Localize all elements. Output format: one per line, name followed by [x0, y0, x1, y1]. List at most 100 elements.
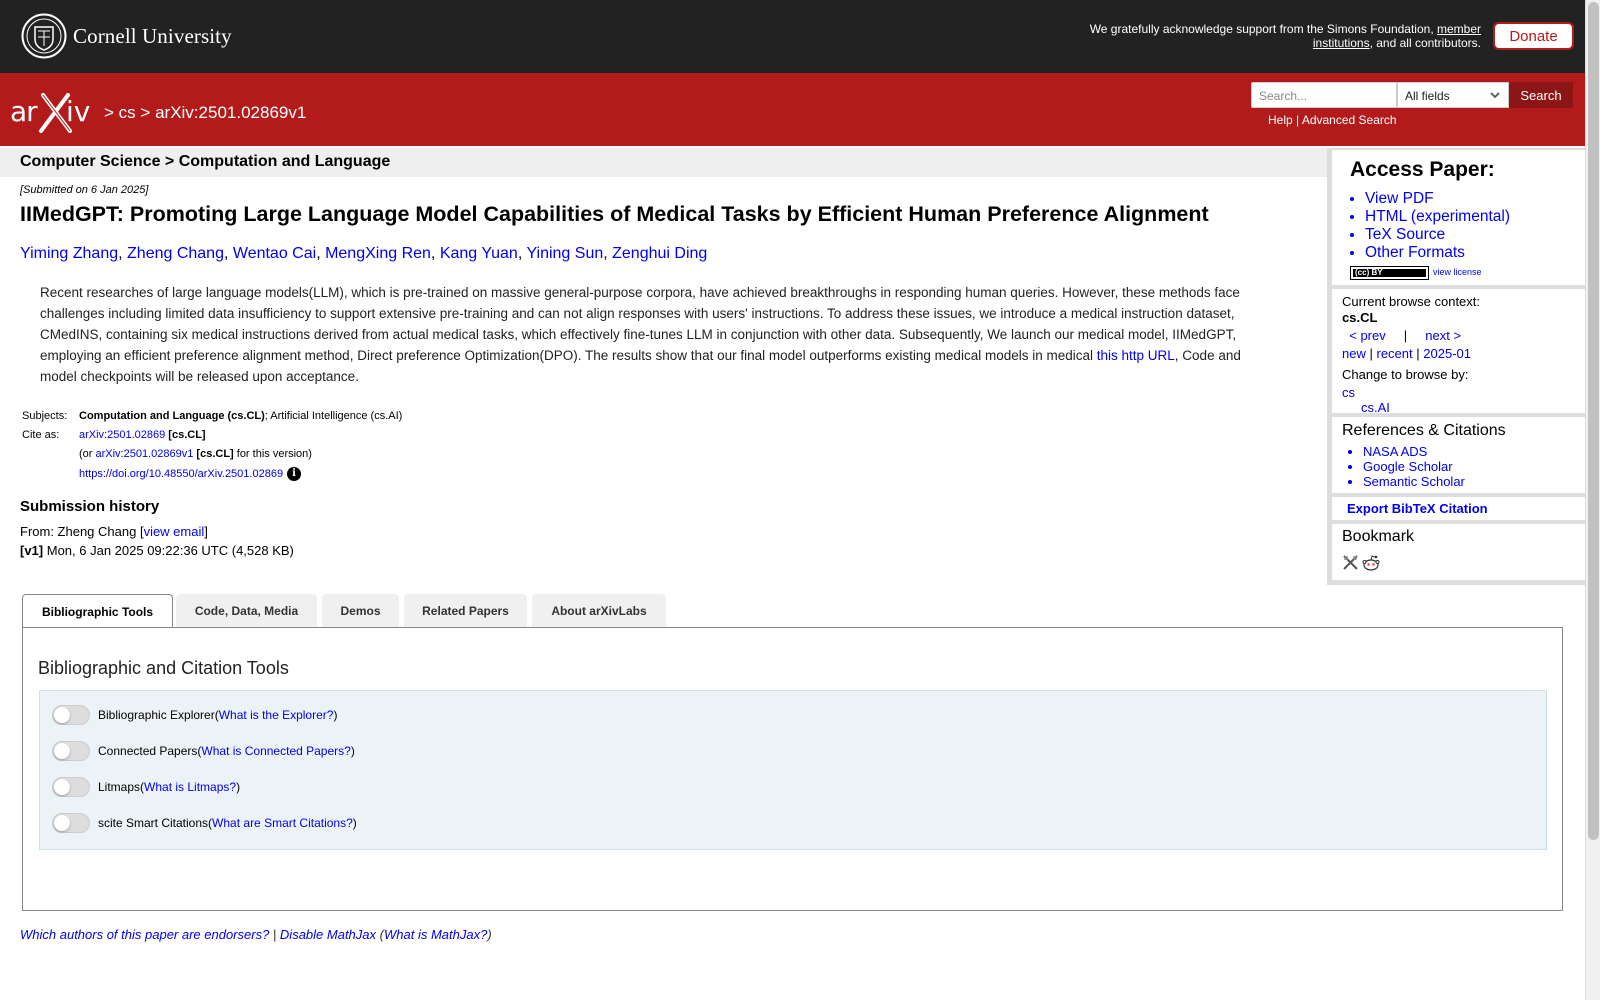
toggle-knob	[54, 815, 70, 831]
browse-context-value: cs.CL	[1342, 310, 1378, 325]
author-link[interactable]: Yiming Zhang	[20, 245, 118, 262]
view-license-link[interactable]: view license	[1433, 267, 1482, 277]
submission-history-title: Submission history	[20, 498, 160, 515]
bibliographic-explorer-toggle[interactable]	[52, 705, 90, 725]
doi-row: https://doi.org/10.48550/arXiv.2501.0286…	[22, 467, 406, 488]
search-button[interactable]: Search	[1509, 82, 1573, 108]
semantic-scholar-link[interactable]: Semantic Scholar	[1363, 474, 1465, 489]
google-scholar-link[interactable]: Google Scholar	[1363, 459, 1465, 474]
scrollbar-thumb[interactable]	[1588, 2, 1599, 840]
tool-help-link[interactable]: What is the Explorer?	[219, 708, 334, 722]
version-label[interactable]: [v1]	[20, 543, 43, 558]
version-entry: [v1] Mon, 6 Jan 2025 09:22:36 UTC (4,528…	[20, 543, 294, 558]
author-link[interactable]: Zheng Chang	[127, 245, 224, 262]
toggle-knob	[54, 779, 70, 795]
view-email-link[interactable]: view email	[144, 524, 205, 539]
submitter-close: ]	[204, 524, 208, 539]
search-input[interactable]: Search...	[1251, 82, 1397, 108]
link-sep: |	[1296, 113, 1300, 127]
footer-links: Which authors of this paper are endorser…	[20, 927, 492, 942]
author-link[interactable]: Zenghui Ding	[612, 245, 707, 262]
tool-help-link[interactable]: What is Litmaps?	[144, 780, 236, 794]
new-link[interactable]: new	[1342, 346, 1366, 361]
search-links: Help | Advanced Search	[1268, 113, 1397, 127]
tab-about-arxivlabs[interactable]: About arXivLabs	[532, 594, 666, 628]
paper-title: IIMedGPT: Promoting Large Language Model…	[20, 202, 1209, 226]
cc-badge-text: (cc) BY	[1355, 268, 1383, 277]
tool-label: scite Smart Citations	[98, 816, 209, 830]
disable-mathjax-link[interactable]: Disable MathJax	[280, 927, 376, 942]
author-link[interactable]: Yining Sun	[526, 245, 603, 262]
breadcrumb-sep: >	[140, 103, 151, 122]
recent-link[interactable]: recent	[1377, 346, 1413, 361]
scite-toggle[interactable]	[52, 813, 90, 833]
next-link[interactable]: next >	[1425, 328, 1461, 343]
browse-csai-link[interactable]: cs.AI	[1361, 400, 1390, 415]
tool-help-link[interactable]: What are Smart Citations?	[212, 816, 353, 830]
tex-source-link[interactable]: TeX Source	[1365, 226, 1510, 244]
cc-license-badge[interactable]: (cc) BY	[1350, 266, 1429, 280]
page-scrollbar[interactable]	[1585, 0, 1600, 1000]
author-link[interactable]: MengXing Ren	[325, 245, 431, 262]
tool-label: Connected Papers	[98, 744, 198, 758]
help-link[interactable]: Help	[1268, 113, 1293, 127]
what-is-mathjax-link[interactable]: What is MathJax?	[384, 927, 487, 942]
author-link[interactable]: Wentao Cai	[233, 245, 316, 262]
nav-sep: |	[1403, 328, 1408, 343]
doi-link[interactable]: https://doi.org/10.48550/arXiv.2501.0286…	[79, 468, 283, 480]
change-browse-label: Change to browse by:	[1342, 367, 1469, 382]
search-field-select[interactable]: All fields	[1397, 82, 1509, 108]
prev-next-nav: < prev | next >	[1342, 328, 1461, 343]
breadcrumb-cs[interactable]: cs	[119, 103, 136, 122]
footer-sep: |	[269, 927, 280, 942]
tab-related-papers[interactable]: Related Papers	[404, 594, 527, 628]
arxiv-header: ar iv > cs > arXiv:2501.02869v1 Search..…	[0, 73, 1585, 146]
endorsers-link[interactable]: Which authors of this paper are endorser…	[20, 927, 269, 942]
arxiv-logo[interactable]: ar iv	[10, 93, 102, 133]
nasa-ads-link[interactable]: NASA ADS	[1363, 444, 1465, 459]
tab-demos[interactable]: Demos	[322, 594, 399, 628]
abstract: Recent researches of large language mode…	[40, 282, 1260, 387]
prev-link[interactable]: < prev	[1349, 328, 1386, 343]
paren: )	[333, 708, 338, 722]
month-link[interactable]: 2025-01	[1423, 346, 1471, 361]
advanced-search-link[interactable]: Advanced Search	[1302, 113, 1397, 127]
abstract-text: Recent researches of large language mode…	[40, 285, 1240, 363]
info-icon[interactable]: i	[287, 467, 302, 481]
author-link[interactable]: Kang Yuan	[440, 245, 518, 262]
breadcrumb-sep: >	[104, 103, 114, 122]
html-link[interactable]: HTML (experimental)	[1365, 208, 1510, 226]
paren: )	[350, 744, 355, 758]
tab-code-data-media[interactable]: Code, Data, Media	[176, 594, 317, 628]
references-box: References & Citations NASA ADS Google S…	[1332, 417, 1585, 493]
bookmark-title: Bookmark	[1342, 528, 1415, 545]
submitter-label: From: Zheng Chang [	[20, 524, 144, 539]
toggle-knob	[54, 707, 70, 723]
export-bibtex-link[interactable]: Export BibTeX Citation	[1347, 501, 1488, 516]
cornell-logo[interactable]: Cornell University	[21, 13, 232, 59]
access-paper-box: Access Paper: View PDF HTML (experimenta…	[1332, 150, 1585, 285]
tab-bibliographic-tools[interactable]: Bibliographic Tools	[22, 594, 173, 629]
donate-button[interactable]: Donate	[1493, 22, 1574, 50]
abstract-url-link[interactable]: this http URL	[1097, 348, 1175, 363]
sidebar: Access Paper: View PDF HTML (experimenta…	[1327, 148, 1585, 585]
cite-or: (or	[79, 448, 96, 460]
bibsonomy-icon[interactable]	[1342, 554, 1359, 571]
reddit-icon[interactable]	[1362, 554, 1380, 571]
cite-version-link[interactable]: arXiv:2501.02869v1	[96, 448, 194, 460]
view-pdf-link[interactable]: View PDF	[1365, 190, 1510, 208]
litmaps-toggle[interactable]	[52, 777, 90, 797]
svg-text:ar: ar	[10, 95, 38, 128]
submitted-date: [Submitted on 6 Jan 2025]	[20, 184, 149, 196]
support-tail: , and all contributors.	[1369, 36, 1481, 50]
support-text: We gratefully acknowledge support from t…	[1089, 22, 1437, 36]
access-links: View PDF HTML (experimental) TeX Source …	[1351, 190, 1510, 262]
tool-label: Bibliographic Explorer	[98, 708, 215, 722]
listing-nav: new | recent | 2025-01	[1342, 346, 1471, 361]
nav-sep: |	[1369, 346, 1373, 361]
cite-id-link[interactable]: arXiv:2501.02869	[79, 429, 165, 441]
other-formats-link[interactable]: Other Formats	[1365, 244, 1510, 262]
connected-papers-toggle[interactable]	[52, 741, 90, 761]
browse-cs-link[interactable]: cs	[1342, 385, 1355, 400]
tool-help-link[interactable]: What is Connected Papers?	[201, 744, 350, 758]
